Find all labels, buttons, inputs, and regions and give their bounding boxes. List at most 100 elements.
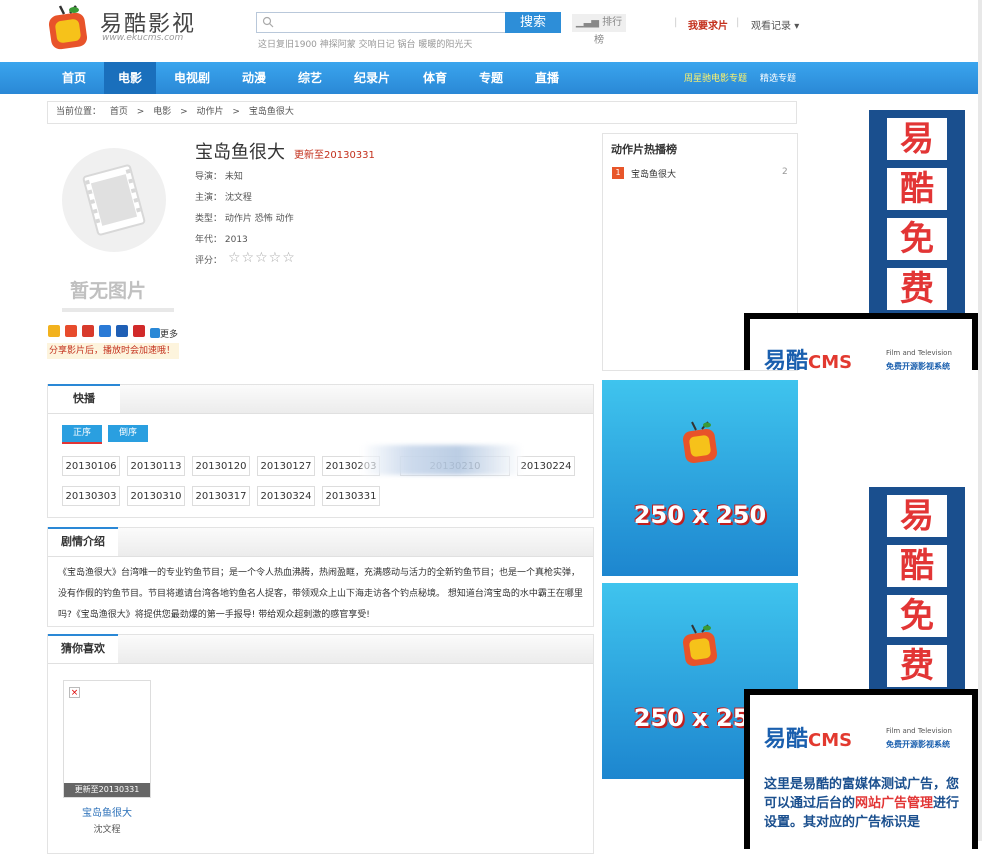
- rating-stars[interactable]: ☆☆☆☆☆: [228, 250, 296, 266]
- qq-icon[interactable]: [99, 325, 111, 337]
- hot-chart-title: 动作片热播榜: [611, 143, 677, 156]
- chevron-down-icon: ▾: [794, 21, 800, 32]
- search-icon: [262, 16, 274, 28]
- section-header: 快播: [48, 384, 593, 414]
- tab-qvod[interactable]: 快播: [48, 384, 120, 413]
- nav-item-sports[interactable]: 体育: [409, 62, 461, 94]
- film-year: 年代： 2013: [195, 235, 248, 245]
- ad-char: 费: [887, 268, 947, 310]
- nav-item-live[interactable]: 直播: [521, 62, 573, 94]
- nav-item-movie[interactable]: 电影: [104, 62, 156, 94]
- cms-logo-cn: 易酷: [764, 727, 809, 752]
- logo-icon: [682, 421, 718, 464]
- cms-logo-en: CMS: [808, 352, 853, 370]
- vertical-ad[interactable]: 易 酷 免 费 影: [869, 110, 965, 320]
- main-nav: 首页 电影 电视剧 动漫 综艺 纪录片 体育 专题 直播: [0, 62, 982, 94]
- hot-search-words[interactable]: 这日复旧1900 神探阿蒙 交响日记 锅台 暖暖的阳光天: [258, 37, 558, 49]
- breadcrumb-action[interactable]: 动作片: [197, 107, 224, 117]
- section-header: 剧情介绍: [48, 527, 593, 557]
- logo-icon[interactable]: [46, 4, 92, 50]
- share-more-label: 更多: [160, 330, 179, 340]
- intro-text: 《宝岛渔很大》台湾唯一的专业钓鱼节目；是一个令人热血沸腾，热闹盈眶，充满感动与活…: [58, 568, 583, 620]
- bar-chart-icon: ▁▃▅: [575, 17, 603, 28]
- square-ad[interactable]: 250 x 250: [602, 380, 798, 576]
- cms-logo-cn: 易酷: [764, 349, 809, 370]
- separator: |: [736, 17, 740, 28]
- rank-badge: 1: [612, 167, 624, 179]
- cms-ad-body: 这里是易酷的富媒体测试广告，您可以通过后台的网站广告管理进行设置。其对应的广告标…: [764, 775, 970, 832]
- share-more[interactable]: 更多: [150, 327, 178, 340]
- ad-char: 酷: [887, 545, 947, 587]
- separator: |: [674, 17, 678, 28]
- ad-char: 易: [887, 118, 947, 160]
- nav-item-variety[interactable]: 综艺: [284, 62, 336, 94]
- episode-button[interactable]: 20130224: [517, 456, 575, 476]
- episode-button[interactable]: 20130310: [127, 486, 185, 506]
- breadcrumb-label: 当前位置：: [56, 107, 102, 117]
- search-input[interactable]: [256, 12, 506, 33]
- logo-subtitle: www.ekucms.com: [102, 33, 184, 43]
- cms-tagline: 免费开源影视系统: [886, 362, 950, 370]
- desc-order-button[interactable]: 倒序: [108, 425, 148, 442]
- episode-button[interactable]: 20130303: [62, 486, 120, 506]
- breadcrumb-movie[interactable]: 电影: [153, 107, 171, 117]
- qzone-icon[interactable]: [48, 325, 60, 337]
- ad-size-label: 250 x 250: [633, 501, 767, 529]
- recommend-title[interactable]: 宝岛鱼很大: [63, 804, 151, 819]
- vertical-ad[interactable]: 易 酷 免 费 影: [869, 487, 965, 697]
- nav-item-home[interactable]: 首页: [48, 62, 100, 94]
- episode-button[interactable]: 20130120: [192, 456, 250, 476]
- weibo-icon[interactable]: [82, 325, 94, 337]
- hot-chart-item[interactable]: 宝岛鱼很大: [631, 167, 676, 180]
- ad-char: 免: [887, 218, 947, 260]
- watch-history-link[interactable]: 观看记录 ▾: [751, 17, 799, 32]
- cms-logo: 易酷CMS: [764, 721, 852, 753]
- featured-topics-link[interactable]: 精选专题: [760, 71, 796, 84]
- stephen-chow-topic-link[interactable]: 周星驰电影专题: [684, 71, 747, 84]
- film-genre: 类型： 动作片 恐怖 动作: [195, 214, 294, 224]
- episode-button[interactable]: 20130127: [257, 456, 315, 476]
- episode-button[interactable]: 20130113: [127, 456, 185, 476]
- section-header: 猜你喜欢: [48, 634, 593, 664]
- cms-english-tagline: Film and Television: [886, 727, 952, 735]
- logo-icon: [682, 624, 718, 667]
- cms-english-tagline: Film and Television: [886, 349, 952, 357]
- cms-floating-ad[interactable]: 易酷CMS Film and Television 免费开源影视系统 这里是易酷…: [744, 689, 978, 849]
- nav-item-documentary[interactable]: 纪录片: [344, 62, 400, 94]
- cms-tagline: 免费开源影视系统: [886, 740, 950, 749]
- cms-body-highlight: 网站广告管理: [855, 796, 934, 811]
- episode-button[interactable]: 20130317: [192, 486, 250, 506]
- broken-image-icon: ×: [69, 687, 80, 698]
- episode-button[interactable]: 20130324: [257, 486, 315, 506]
- nav-item-anime[interactable]: 动漫: [228, 62, 280, 94]
- cms-logo-en: CMS: [808, 730, 853, 751]
- share-tip: 分享影片后，播放时会加速哦！: [47, 343, 179, 359]
- nav-item-tv[interactable]: 电视剧: [164, 62, 220, 94]
- request-film-link[interactable]: 我要求片: [688, 17, 728, 32]
- episode-button[interactable]: 20130331: [322, 486, 380, 506]
- cms-logo: 易酷CMS: [764, 343, 852, 370]
- cms-floating-ad[interactable]: 易酷CMS Film and Television 免费开源影视系统: [744, 313, 978, 370]
- ad-char: 酷: [887, 168, 947, 210]
- nav-item-topics[interactable]: 专题: [465, 62, 517, 94]
- search-button[interactable]: 搜索: [505, 12, 561, 33]
- renren-icon[interactable]: [116, 325, 128, 337]
- tab-recommend[interactable]: 猜你喜欢: [48, 634, 118, 663]
- ad-char: 易: [887, 495, 947, 537]
- douban-icon[interactable]: [133, 325, 145, 337]
- tab-intro[interactable]: 剧情介绍: [48, 527, 118, 556]
- rank-button[interactable]: ▁▃▅ 排行榜: [572, 14, 626, 46]
- breadcrumb-sep: >: [180, 107, 188, 117]
- breadcrumb-sep: >: [232, 107, 240, 117]
- ad-char: 费: [887, 645, 947, 687]
- film-title: 宝岛鱼很大: [195, 142, 285, 163]
- episode-button[interactable]: 20130106: [62, 456, 120, 476]
- kaixin-icon[interactable]: [65, 325, 77, 337]
- breadcrumb-current: 宝岛鱼很大: [248, 107, 294, 117]
- breadcrumb-home[interactable]: 首页: [110, 107, 128, 117]
- film-rating-label: 评分：: [195, 256, 223, 266]
- film-actors: 主演： 沈文程: [195, 193, 252, 203]
- scrollbar[interactable]: [978, 0, 982, 841]
- asc-order-button[interactable]: 正序: [62, 425, 102, 444]
- film-update-status: 更新至20130331: [294, 150, 375, 161]
